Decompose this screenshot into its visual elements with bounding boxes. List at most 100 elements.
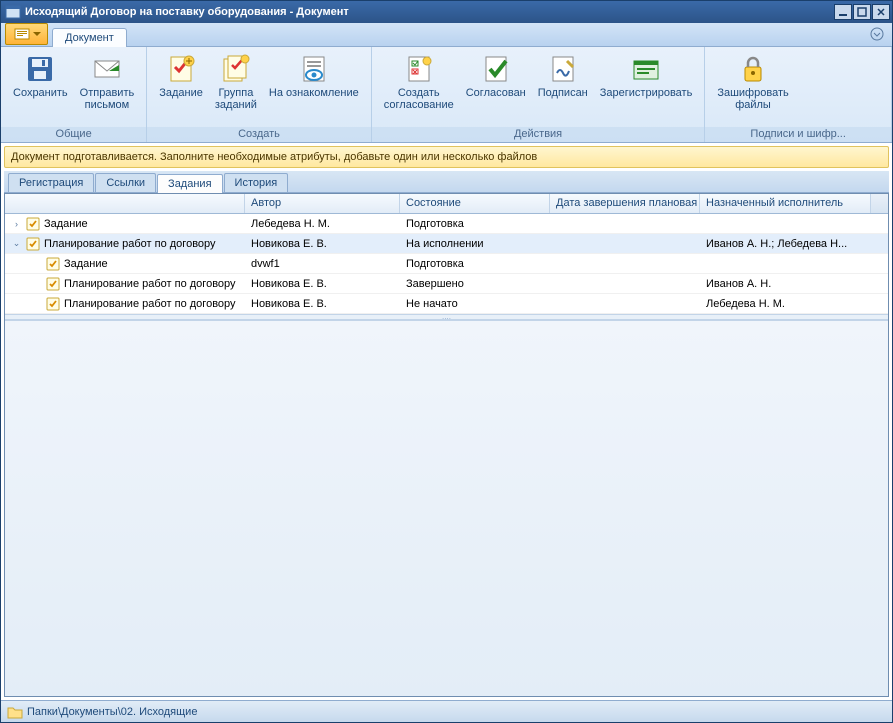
expander-placeholder: [31, 278, 42, 289]
approved-icon: [480, 53, 512, 85]
table-row[interactable]: ⌄ Планирование работ по договору Новикова …: [5, 234, 888, 254]
cell-due: [550, 222, 700, 226]
tree-cell: › Задание: [5, 214, 245, 234]
document-window-icon: [5, 4, 21, 20]
header-scroll-spacer: [871, 194, 888, 213]
approval-icon: [403, 53, 435, 85]
ribbon-tab-strip: Документ: [1, 23, 892, 47]
folder-icon: [7, 705, 23, 719]
encrypt-files-button[interactable]: Зашифровать файлы: [711, 51, 794, 113]
cell-author: Новикова Е. В.: [245, 236, 400, 252]
close-button[interactable]: [872, 4, 890, 20]
task-name: Задание: [44, 218, 88, 230]
task-icon: [165, 53, 197, 85]
ribbon-group-label: Подписи и шифр...: [705, 127, 891, 142]
grid-header: Автор Состояние Дата завершения плановая…: [5, 194, 888, 214]
ribbon-group-actions: Создать согласование Согласован Подписан…: [372, 47, 706, 142]
column-header-tree[interactable]: [5, 194, 245, 213]
cell-state: Не начато: [400, 296, 550, 312]
cell-state: Подготовка: [400, 256, 550, 272]
column-header-due[interactable]: Дата завершения плановая: [550, 194, 700, 213]
column-header-state[interactable]: Состояние: [400, 194, 550, 213]
task-item-icon: [45, 276, 61, 292]
cell-state: Завершено: [400, 276, 550, 292]
task-group-icon: [220, 53, 252, 85]
content-panel: Автор Состояние Дата завершения плановая…: [4, 193, 889, 697]
task-name: Планирование работ по договору: [64, 278, 236, 290]
expander-icon[interactable]: ›: [11, 218, 22, 229]
table-row[interactable]: Планирование работ по договору Новикова Е…: [5, 274, 888, 294]
breadcrumb-path[interactable]: Папки\Документы\02. Исходящие: [27, 706, 197, 718]
cell-state: На исполнении: [400, 236, 550, 252]
task-name: Задание: [64, 258, 108, 270]
window-buttons: [833, 4, 890, 20]
create-approval-button[interactable]: Создать согласование: [378, 51, 460, 113]
ribbon-group-label: Создать: [147, 127, 371, 142]
review-icon: [298, 53, 330, 85]
tab-links[interactable]: Ссылки: [95, 173, 156, 192]
tab-registration[interactable]: Регистрация: [8, 173, 94, 192]
minimize-button[interactable]: [834, 4, 852, 20]
tab-history[interactable]: История: [224, 173, 289, 192]
cell-due: [550, 282, 700, 286]
grid-body: ›ЗаданиеЛебедева Н. М.Подготовка⌄Планиро…: [5, 214, 888, 314]
cell-assignee: Иванов А. Н.; Лебедева Н...: [700, 236, 888, 252]
create-task-button[interactable]: Задание: [153, 51, 209, 101]
app-menu-button[interactable]: [5, 23, 48, 45]
create-task-group-button[interactable]: Группа заданий: [209, 51, 263, 113]
cell-assignee: [700, 262, 888, 266]
register-button[interactable]: Зарегистрировать: [594, 51, 699, 101]
cell-assignee: [700, 222, 888, 226]
lock-icon: [737, 53, 769, 85]
expander-placeholder: [31, 258, 42, 269]
ribbon-tab-document[interactable]: Документ: [52, 28, 127, 47]
cell-assignee: Лебедева Н. М.: [700, 296, 888, 312]
cell-due: [550, 262, 700, 266]
tree-cell: ⌄ Планирование работ по договору: [5, 234, 245, 254]
cell-author: Новикова Е. В.: [245, 276, 400, 292]
expander-placeholder: [31, 298, 42, 309]
task-item-icon: [25, 216, 41, 232]
tab-bar: Регистрация Ссылки Задания История: [4, 171, 889, 193]
task-item-icon: [45, 256, 61, 272]
details-pane: [5, 320, 888, 696]
task-name: Планирование работ по договору: [44, 238, 216, 250]
ribbon-group-general: Сохранить Отправить письмом Общие: [1, 47, 147, 142]
ribbon-group-create: Задание Группа заданий На ознакомление С…: [147, 47, 372, 142]
table-row[interactable]: Заданиеdvwf1Подготовка: [5, 254, 888, 274]
maximize-button[interactable]: [853, 4, 871, 20]
expander-icon[interactable]: ⌄: [11, 238, 22, 249]
ribbon: Сохранить Отправить письмом Общие Задани…: [1, 47, 892, 143]
mail-icon: [91, 53, 123, 85]
save-button[interactable]: Сохранить: [7, 51, 74, 101]
tasks-grid: Автор Состояние Дата завершения плановая…: [5, 194, 888, 314]
task-item-icon: [25, 236, 41, 252]
table-row[interactable]: Планирование работ по договоруНовикова Е…: [5, 294, 888, 314]
cell-state: Подготовка: [400, 216, 550, 232]
ribbon-collapse-button[interactable]: [868, 25, 886, 46]
status-message-bar: Документ подготавливается. Заполните нео…: [4, 146, 889, 168]
save-icon: [24, 53, 56, 85]
send-mail-button[interactable]: Отправить письмом: [74, 51, 141, 113]
task-name: Планирование работ по договору: [64, 298, 236, 310]
tree-cell: Планирование работ по договору: [5, 274, 245, 294]
ribbon-group-label: Действия: [372, 127, 705, 142]
create-review-button[interactable]: На ознакомление: [263, 51, 365, 101]
column-header-assignee[interactable]: Назначенный исполнитель: [700, 194, 871, 213]
cell-assignee: Иванов А. Н.: [700, 276, 888, 292]
status-bar: Папки\Документы\02. Исходящие: [1, 700, 892, 722]
titlebar: Исходящий Договор на поставку оборудован…: [1, 1, 892, 23]
task-item-icon: [45, 296, 61, 312]
ribbon-group-sign: Зашифровать файлы Подписи и шифр...: [705, 47, 892, 142]
ribbon-group-label: Общие: [1, 127, 146, 142]
tab-tasks[interactable]: Задания: [157, 174, 222, 193]
signed-icon: [547, 53, 579, 85]
signed-button[interactable]: Подписан: [532, 51, 594, 101]
cell-author: Лебедева Н. М.: [245, 216, 400, 232]
approved-button[interactable]: Согласован: [460, 51, 532, 101]
cell-due: [550, 302, 700, 306]
tree-cell: Задание: [5, 254, 245, 274]
register-icon: [630, 53, 662, 85]
column-header-author[interactable]: Автор: [245, 194, 400, 213]
table-row[interactable]: › Задание Лебедева Н. М.Подготовка: [5, 214, 888, 234]
